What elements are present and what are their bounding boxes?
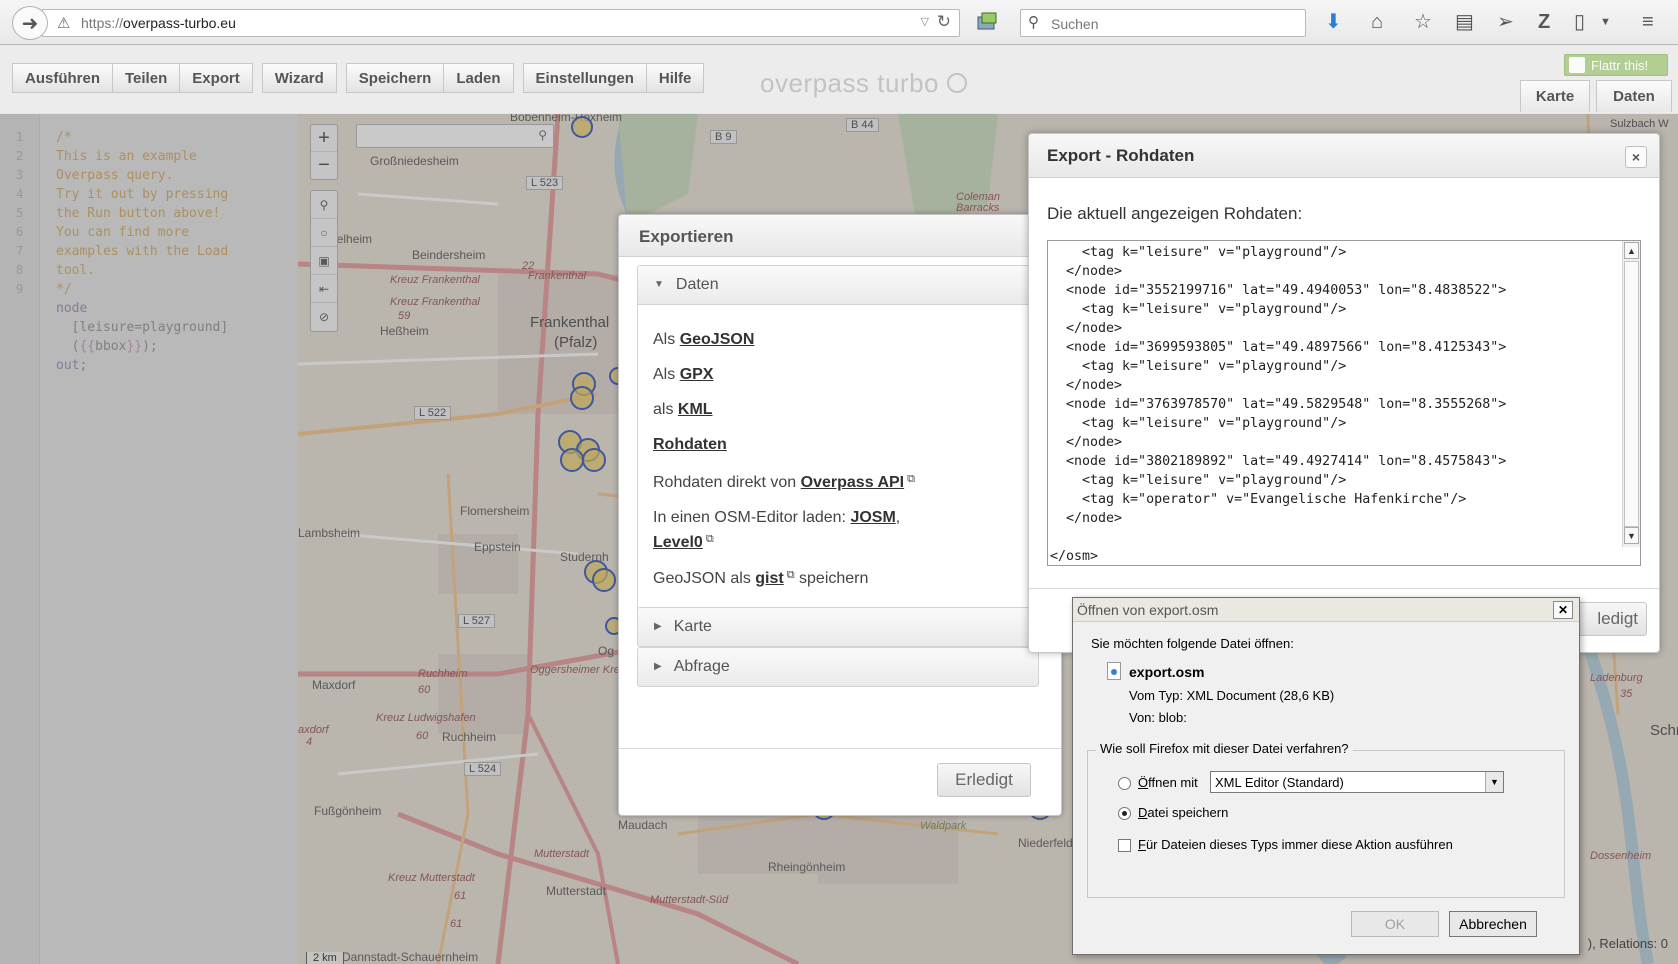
warning-icon[interactable]: ⚠ <box>57 14 70 32</box>
export-dialog: Exportieren ▼ Daten Als GeoJSON Als GPX a… <box>618 214 1062 816</box>
scroll-down-icon[interactable]: ▼ <box>1624 527 1639 544</box>
url-text: https://overpass-turbo.eu <box>81 15 236 31</box>
close-icon: × <box>1631 149 1641 165</box>
tab-map[interactable]: Karte <box>1520 80 1590 112</box>
help-button[interactable]: Hilfe <box>645 63 705 93</box>
action-group: Wie soll Firefox mit dieser Datei verfah… <box>1087 741 1565 898</box>
external-link-icon: ⧉ <box>705 533 714 545</box>
download-icon[interactable]: ⬇ <box>1325 10 1342 34</box>
raw-data-link[interactable]: Rohdaten <box>653 436 727 453</box>
save-file-radio[interactable] <box>1118 807 1131 820</box>
tab-data[interactable]: Daten <box>1596 80 1672 112</box>
accordion-daten[interactable]: ▼ Daten <box>637 265 1039 305</box>
raw-data-textarea[interactable]: <tag k="leisure" v="playground"/> </node… <box>1047 240 1641 566</box>
gpx-link[interactable]: GPX <box>680 366 714 383</box>
url-history-dropdown-icon[interactable]: ▽ <box>921 15 929 28</box>
search-icon: ⚲ <box>1028 14 1039 31</box>
app-title: overpass turbo <box>760 68 967 99</box>
export-button[interactable]: Export <box>179 63 253 93</box>
export-gist-row: GeoJSON als gist ⧉ speichern <box>653 569 869 587</box>
file-type: Vom Typ: XML Document (28,6 KB) <box>1129 688 1335 703</box>
dialog-title: Export - Rohdaten <box>1029 134 1659 178</box>
open-with-label: Öffnen mit <box>1138 775 1198 790</box>
close-button[interactable]: × <box>1625 146 1647 168</box>
scroll-thumb[interactable] <box>1624 261 1639 527</box>
divider <box>619 748 1061 749</box>
save-button[interactable]: Speichern <box>345 63 445 93</box>
dialog-question: Sie möchten folgende Datei öffnen: <box>1091 636 1294 651</box>
logo-icon <box>946 73 967 93</box>
close-button[interactable]: ✕ <box>1553 601 1573 619</box>
always-action-checkbox[interactable] <box>1118 839 1131 852</box>
settings-button[interactable]: Einstellungen <box>522 63 647 93</box>
scrollbar[interactable]: ▲ ▼ <box>1622 241 1640 547</box>
wizard-button[interactable]: Wizard <box>261 63 337 93</box>
scroll-up-icon[interactable]: ▲ <box>1624 242 1639 259</box>
group-label: Wie soll Firefox mit dieser Datei verfah… <box>1096 741 1353 756</box>
file-open-dialog: Öffnen von export.osm ✕ Sie möchten folg… <box>1072 597 1580 955</box>
close-icon: ✕ <box>1557 603 1569 617</box>
export-raw-row: Rohdaten <box>653 436 727 454</box>
level0-link[interactable]: Level0 <box>653 534 703 551</box>
reading-list-icon[interactable]: ▤ <box>1455 10 1474 34</box>
open-with-select[interactable]: XML Editor (Standard) ▼ <box>1210 771 1504 793</box>
export-done-button[interactable]: Erledigt <box>937 763 1031 797</box>
raw-data-caption: Die aktuell angezeigen Rohdaten: <box>1047 204 1303 223</box>
accordion-karte[interactable]: ▶ Karte <box>637 607 1039 647</box>
back-arrow-icon: ➜ <box>21 12 39 35</box>
run-button[interactable]: Ausführen <box>12 63 113 93</box>
export-overpass-row: Rohdaten direkt von Overpass API ⧉ <box>653 473 915 491</box>
send-icon[interactable]: ➢ <box>1497 10 1514 34</box>
file-source: Von: blob: <box>1129 710 1187 725</box>
triangle-down-icon: ▼ <box>654 279 664 290</box>
geojson-link[interactable]: GeoJSON <box>680 331 755 348</box>
raw-done-button[interactable]: ledigt <box>1577 602 1647 636</box>
cancel-button[interactable]: Abbrechen <box>1449 911 1537 937</box>
overpass-api-link[interactable]: Overpass API <box>801 474 904 491</box>
browser-toolbar: ⚠ https://overpass-turbo.eu ▽ ↻ ➜ ⚲ Such… <box>0 0 1678 45</box>
export-kml-row: als KML <box>653 401 713 418</box>
export-geojson-row: Als GeoJSON <box>653 331 755 348</box>
star-icon[interactable]: ☆ <box>1414 10 1432 34</box>
gist-link[interactable]: gist <box>755 570 783 587</box>
triangle-right-icon: ▶ <box>654 661 662 672</box>
divider <box>1029 588 1659 589</box>
share-button[interactable]: Teilen <box>112 63 181 93</box>
ok-button[interactable]: OK <box>1351 911 1439 937</box>
xml-file-icon <box>1107 662 1121 680</box>
josm-link[interactable]: JOSM <box>850 509 895 526</box>
search-bar[interactable]: ⚲ Suchen <box>1020 9 1306 37</box>
toolbar-buttons: Ausführen Teilen Export Wizard Speichern… <box>12 63 705 93</box>
app-toolbar: Ausführen Teilen Export Wizard Speichern… <box>0 46 1678 113</box>
flattr-icon <box>1569 57 1585 73</box>
back-button[interactable]: ➜ <box>12 6 48 40</box>
raw-data-content: <tag k="leisure" v="playground"/> </node… <box>1050 245 1507 564</box>
save-file-label: Datei speichern <box>1138 805 1229 820</box>
load-button[interactable]: Laden <box>443 63 514 93</box>
export-editor-row: In einen OSM-Editor laden: JOSM, <box>653 509 901 526</box>
accordion-abfrage[interactable]: ▶ Abfrage <box>637 647 1039 687</box>
page-dropdown-icon[interactable]: ▼ <box>1600 10 1611 34</box>
kml-link[interactable]: KML <box>678 401 713 418</box>
url-bar[interactable]: ⚠ https://overpass-turbo.eu ▽ ↻ <box>42 9 960 37</box>
open-with-radio[interactable] <box>1118 777 1131 790</box>
export-level0-row: Level0 ⧉ <box>653 533 714 552</box>
reload-icon[interactable]: ↻ <box>937 12 951 32</box>
menu-icon[interactable]: ≡ <box>1642 10 1654 34</box>
page-icon[interactable]: ▯ <box>1574 10 1585 34</box>
home-icon[interactable]: ⌂ <box>1371 10 1383 34</box>
external-link-icon: ⧉ <box>907 473 915 485</box>
triangle-right-icon: ▶ <box>654 621 662 632</box>
external-link-icon: ⧉ <box>786 569 795 581</box>
site-identity-icon[interactable] <box>976 11 998 33</box>
chevron-down-icon: ▼ <box>1485 772 1503 792</box>
file-name: export.osm <box>1129 664 1205 680</box>
flattr-button[interactable]: Flattr this! <box>1564 54 1668 76</box>
zotero-icon[interactable]: Z <box>1538 10 1550 34</box>
always-action-label: Für Dateien dieses Typs immer diese Akti… <box>1138 837 1453 852</box>
dialog-title: Exportieren <box>619 215 1061 257</box>
raw-data-dialog: Export - Rohdaten × Die aktuell angezeig… <box>1028 133 1660 653</box>
export-gpx-row: Als GPX <box>653 366 714 383</box>
dialog-title: Öffnen von export.osm <box>1073 598 1579 622</box>
